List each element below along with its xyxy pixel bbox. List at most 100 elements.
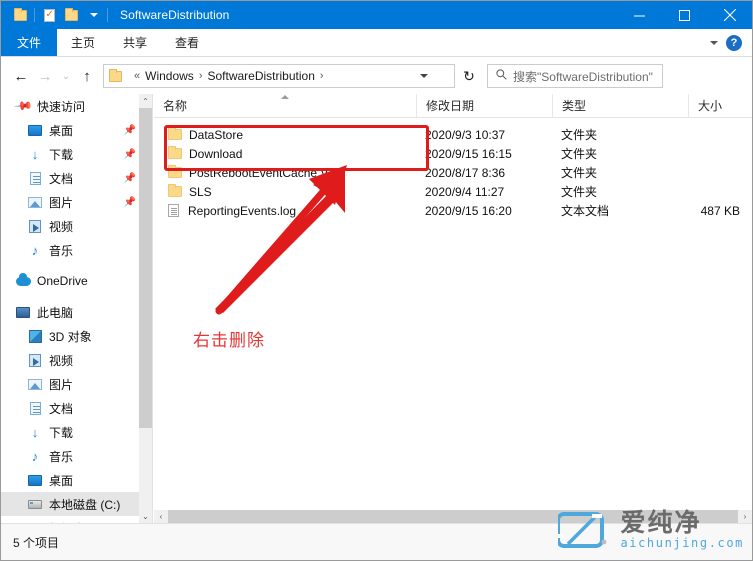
sidebar-item-volume-e[interactable]: 新加卷 (E:) xyxy=(1,516,152,524)
title-bar: SoftwareDistribution xyxy=(1,1,752,29)
search-box[interactable]: 搜索"SoftwareDistribution" xyxy=(487,64,663,88)
file-date: 2020/9/15 16:15 xyxy=(425,146,512,161)
scroll-down-icon[interactable]: ⌄ xyxy=(139,509,152,523)
file-type: 文件夹 xyxy=(561,166,598,180)
pin-icon[interactable]: 📌 xyxy=(124,197,136,208)
sidebar-item-onedrive[interactable]: OneDrive xyxy=(1,269,152,293)
file-rows: DataStore 2020/9/3 10:37 文件夹 Download 20… xyxy=(154,118,752,220)
sidebar-item-desktop-pc[interactable]: 桌面 xyxy=(1,468,152,492)
minimize-button[interactable] xyxy=(617,1,662,29)
file-type: 文本文档 xyxy=(561,204,610,218)
tab-view[interactable]: 查看 xyxy=(161,29,213,56)
sidebar-item-videos-pc[interactable]: 视频 xyxy=(1,348,152,372)
properties-icon[interactable] xyxy=(38,4,60,26)
search-icon xyxy=(496,69,507,83)
folder-icon xyxy=(168,165,182,178)
recent-locations-icon[interactable]: ⌄ xyxy=(57,62,75,90)
sidebar-item-quick-access[interactable]: 📌 快速访问 xyxy=(1,94,152,118)
file-date: 2020/9/15 16:20 xyxy=(425,203,512,218)
file-name-cell[interactable]: SLS xyxy=(154,184,416,199)
table-row[interactable]: PostRebootEventCache.V2 2020/8/17 8:36 文… xyxy=(154,163,752,182)
file-date: 2020/8/17 8:36 xyxy=(425,165,506,180)
file-name-cell[interactable]: Download xyxy=(154,146,416,161)
file-name: SLS xyxy=(189,184,212,199)
up-button[interactable]: ↑ xyxy=(75,62,99,90)
sidebar-item-music-pc[interactable]: ♪ 音乐 xyxy=(1,444,152,468)
close-button[interactable] xyxy=(707,1,752,29)
file-date: 2020/9/3 10:37 xyxy=(425,127,506,142)
downloads-icon: ↓ xyxy=(31,424,39,440)
sidebar-item-desktop[interactable]: 桌面 📌 xyxy=(1,118,152,142)
help-icon[interactable]: ? xyxy=(726,35,742,51)
breadcrumb-item-windows[interactable]: Windows xyxy=(145,69,194,83)
column-header-date[interactable]: 修改日期 xyxy=(416,94,552,118)
this-pc-icon xyxy=(15,304,31,320)
file-name-cell[interactable]: PostRebootEventCache.V2 xyxy=(154,165,416,180)
file-type: 文件夹 xyxy=(561,147,598,161)
table-row[interactable]: DataStore 2020/9/3 10:37 文件夹 xyxy=(154,125,752,144)
sidebar-item-music[interactable]: ♪ 音乐 xyxy=(1,238,152,262)
tab-file[interactable]: 文件 xyxy=(1,29,58,56)
column-header-size[interactable]: 大小 xyxy=(688,94,752,118)
search-input[interactable]: 搜索"SoftwareDistribution" xyxy=(513,68,653,85)
sidebar-item-this-pc[interactable]: 此电脑 xyxy=(1,300,152,324)
sidebar-item-documents[interactable]: 文档 📌 xyxy=(1,166,152,190)
column-header-type[interactable]: 类型 xyxy=(552,94,688,118)
folder-icon xyxy=(168,127,182,140)
sidebar-item-downloads[interactable]: ↓ 下载 📌 xyxy=(1,142,152,166)
table-row[interactable]: Download 2020/9/15 16:15 文件夹 xyxy=(154,144,752,163)
file-name-cell[interactable]: DataStore xyxy=(154,127,416,142)
navigation-pane: 📌 快速访问 桌面 📌 ↓ 下载 📌 文档 📌 图片 📌 视频 ♪ 音乐 One… xyxy=(1,94,153,523)
address-dropdown-icon[interactable] xyxy=(420,74,428,78)
scrollbar-thumb[interactable] xyxy=(139,108,152,428)
item-count-label: 5 个项目 xyxy=(13,535,60,550)
pin-icon[interactable]: 📌 xyxy=(124,125,136,136)
customize-qat-caret-icon[interactable] xyxy=(82,4,104,26)
new-folder-icon[interactable] xyxy=(60,4,82,26)
sidebar-item-label: 桌面 xyxy=(49,123,74,138)
sidebar-item-downloads-pc[interactable]: ↓ 下载 xyxy=(1,420,152,444)
folder-icon[interactable] xyxy=(9,4,31,26)
scroll-left-icon[interactable]: ‹ xyxy=(154,510,168,523)
breadcrumb-separator-2[interactable]: › xyxy=(320,70,324,82)
sidebar-item-documents-pc[interactable]: 文档 xyxy=(1,396,152,420)
pin-icon[interactable]: 📌 xyxy=(124,173,136,184)
sidebar-item-pictures-pc[interactable]: 图片 xyxy=(1,372,152,396)
sidebar-item-pictures[interactable]: 图片 📌 xyxy=(1,190,152,214)
column-label: 大小 xyxy=(698,99,723,113)
watermark: 爱纯净 aichunjing.com xyxy=(558,504,744,556)
qat-divider xyxy=(34,8,35,22)
chevron-down-icon[interactable] xyxy=(710,41,718,45)
sidebar-item-label: 视频 xyxy=(49,353,74,368)
local-disk-icon xyxy=(27,496,43,512)
documents-icon xyxy=(27,400,43,416)
column-header-name[interactable]: 名称 xyxy=(154,94,416,118)
scroll-up-icon[interactable]: ⌃ xyxy=(139,94,152,108)
table-row[interactable]: ReportingEvents.log 2020/9/15 16:20 文本文档… xyxy=(154,201,752,220)
column-label: 类型 xyxy=(562,99,587,113)
file-explorer-window: SoftwareDistribution 文件 主页 共享 查看 ? ← → ⌄… xyxy=(0,0,753,561)
maximize-button[interactable] xyxy=(662,1,707,29)
tab-share[interactable]: 共享 xyxy=(109,29,161,56)
file-name: DataStore xyxy=(189,127,244,142)
sidebar-item-label: 下载 xyxy=(49,425,74,440)
file-name-cell[interactable]: ReportingEvents.log xyxy=(154,204,416,218)
sidebar-item-3d-objects[interactable]: 3D 对象 xyxy=(1,324,152,348)
sidebar-item-label: OneDrive xyxy=(37,274,88,288)
ribbon-tab-strip: 文件 主页 共享 查看 ? xyxy=(1,29,752,57)
breadcrumb-item-softwaredistribution[interactable]: SoftwareDistribution xyxy=(207,69,314,83)
sidebar-item-label: 3D 对象 xyxy=(49,329,92,344)
table-row[interactable]: SLS 2020/9/4 11:27 文件夹 xyxy=(154,182,752,201)
forward-button[interactable]: → xyxy=(33,62,57,90)
folder-icon xyxy=(168,146,182,159)
sidebar-item-local-disk-c[interactable]: 本地磁盘 (C:) xyxy=(1,492,152,516)
pin-icon[interactable]: 📌 xyxy=(124,149,136,160)
breadcrumb-separator-1[interactable]: › xyxy=(199,70,203,82)
onedrive-icon xyxy=(15,272,31,289)
sidebar-item-videos[interactable]: 视频 xyxy=(1,214,152,238)
tab-home[interactable]: 主页 xyxy=(57,29,109,56)
navigation-pane-scrollbar[interactable]: ⌃ ⌄ xyxy=(139,94,152,523)
back-button[interactable]: ← xyxy=(9,62,33,90)
refresh-button[interactable]: ↻ xyxy=(457,62,481,90)
address-bar[interactable]: « Windows › SoftwareDistribution › xyxy=(103,64,455,88)
